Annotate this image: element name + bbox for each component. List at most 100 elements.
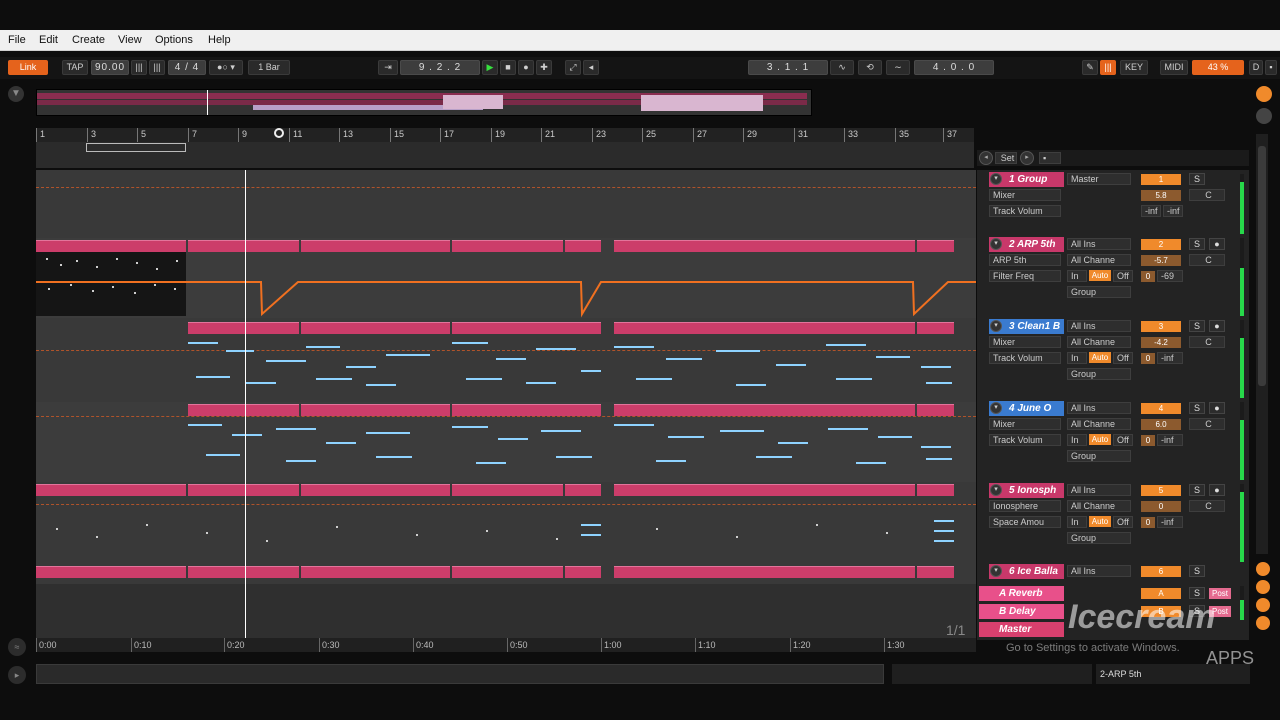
punch-out-icon[interactable]: ∼ xyxy=(886,60,910,75)
track-2-send-b[interactable]: -69 xyxy=(1157,270,1183,282)
track-5-param[interactable]: Space Amou xyxy=(989,516,1061,528)
track-lane-arp[interactable] xyxy=(36,238,976,318)
track-3-send-a[interactable]: 0 xyxy=(1141,353,1155,364)
monitor-in[interactable]: In xyxy=(1067,516,1087,528)
set-button[interactable]: Set xyxy=(995,152,1017,164)
track-2-send-a[interactable]: 0 xyxy=(1141,271,1155,282)
nudge-up-button[interactable]: ||| xyxy=(149,60,165,75)
track-3-solo[interactable]: S xyxy=(1189,320,1205,332)
track-2-channel[interactable]: All Channe xyxy=(1067,254,1131,266)
monitor-off[interactable]: Off xyxy=(1113,352,1133,364)
track-lane-june[interactable] xyxy=(36,402,976,482)
track-6-solo[interactable]: S xyxy=(1189,565,1205,577)
track-5-solo[interactable]: S xyxy=(1189,484,1205,496)
monitor-auto[interactable]: Auto xyxy=(1089,270,1111,281)
follow-icon[interactable]: ⇥ xyxy=(378,60,398,75)
track-1-param[interactable]: Track Volum xyxy=(989,205,1061,217)
track-5-device[interactable]: Ionosphere xyxy=(989,500,1061,512)
track-5-send-b[interactable]: -inf xyxy=(1157,516,1183,528)
track-3-number[interactable]: 3 xyxy=(1141,321,1181,332)
lock-icon[interactable]: ▪ xyxy=(1039,152,1061,164)
menu-help[interactable]: Help xyxy=(208,34,231,46)
track-lane-clean[interactable] xyxy=(36,320,976,400)
info-toggle-icon[interactable]: ▸ xyxy=(8,666,26,684)
monitor-off[interactable]: Off xyxy=(1113,434,1133,446)
track-4-output[interactable]: Group xyxy=(1067,450,1131,462)
automation-arm-icon[interactable]: ⤢ xyxy=(565,60,581,75)
vertical-scrollbar[interactable] xyxy=(1256,134,1268,554)
track-2-solo[interactable]: S xyxy=(1189,238,1205,250)
scroll-thumb[interactable] xyxy=(1258,146,1266,386)
track-4-device[interactable]: Mixer xyxy=(989,418,1061,430)
nudge-down-button[interactable]: ||| xyxy=(131,60,147,75)
time-ruler[interactable]: 0:00 0:10 0:20 0:30 0:40 0:50 1:00 1:10 … xyxy=(36,638,976,652)
return-a-header[interactable]: A Reverb xyxy=(979,586,1064,601)
menu-options[interactable]: Options xyxy=(155,34,193,46)
track-lane-ice[interactable] xyxy=(36,566,976,580)
zoom-icon[interactable]: ≈ xyxy=(8,638,26,656)
track-3-channel[interactable]: All Channe xyxy=(1067,336,1131,348)
back-to-arrangement-icon[interactable]: ◂ xyxy=(583,60,599,75)
metronome-icon[interactable]: ●○ ▾ xyxy=(209,60,243,75)
overview-minimap[interactable] xyxy=(892,664,1092,684)
fold-icon[interactable]: ▾ xyxy=(990,484,1002,496)
return-b-header[interactable]: B Delay xyxy=(979,604,1064,619)
menu-view[interactable]: View xyxy=(118,34,142,46)
track-1-device[interactable]: Mixer xyxy=(989,189,1061,201)
loop-start-field[interactable]: 3 . 1 . 1 xyxy=(748,60,828,75)
fold-icon[interactable]: ▾ xyxy=(990,320,1002,332)
track-4-number[interactable]: 4 xyxy=(1141,403,1181,414)
track-1-output[interactable]: Master xyxy=(1067,173,1131,185)
fold-icon[interactable]: ▾ xyxy=(990,238,1002,250)
monitor-in[interactable]: In xyxy=(1067,434,1087,446)
stop-icon[interactable]: ■ xyxy=(500,60,516,75)
menu-edit[interactable]: Edit xyxy=(39,34,58,46)
track-4-pan[interactable]: C xyxy=(1189,418,1225,430)
draw-mode-icon[interactable]: ✎ xyxy=(1082,60,1098,75)
loop-icon[interactable]: ⟲ xyxy=(858,60,882,75)
play-icon[interactable]: ▶ xyxy=(482,60,498,75)
arrangement-view[interactable]: 1/1 xyxy=(36,170,976,640)
track-5-volume[interactable]: 0 xyxy=(1141,501,1181,512)
monitor-in[interactable]: In xyxy=(1067,270,1087,282)
add-icon[interactable]: ✚ xyxy=(536,60,552,75)
menu-file[interactable]: File xyxy=(8,34,26,46)
track-5-send-a[interactable]: 0 xyxy=(1141,517,1155,528)
monitor-auto[interactable]: Auto xyxy=(1089,516,1111,527)
monitor-off[interactable]: Off xyxy=(1113,516,1133,528)
next-icon[interactable]: ▸ xyxy=(1020,151,1034,165)
track-2-param[interactable]: Filter Freq xyxy=(989,270,1061,282)
track-6-number[interactable]: 6 xyxy=(1141,566,1181,577)
arrangement-overview[interactable] xyxy=(36,89,812,116)
monitor-off[interactable]: Off xyxy=(1113,270,1133,282)
clip-view-icon[interactable] xyxy=(1256,86,1272,102)
track-5-input[interactable]: All Ins xyxy=(1067,484,1131,496)
mixer-icon[interactable] xyxy=(1256,616,1270,630)
track-4-send-a[interactable]: 0 xyxy=(1141,435,1155,446)
beat-ruler[interactable]: 1 3 5 7 9 11 13 15 17 19 21 23 25 27 29 … xyxy=(36,128,974,142)
returns-icon[interactable] xyxy=(1256,598,1270,612)
track-2-number[interactable]: 2 xyxy=(1141,239,1181,250)
track-5-output[interactable]: Group xyxy=(1067,532,1131,544)
meter-field[interactable]: 4 / 4 xyxy=(168,60,206,75)
tap-button[interactable]: TAP xyxy=(62,60,88,75)
track-4-volume[interactable]: 6.0 xyxy=(1141,419,1181,430)
link-button[interactable]: Link xyxy=(8,60,48,75)
track-6-input[interactable]: All Ins xyxy=(1067,565,1131,577)
prev-icon[interactable]: ◂ xyxy=(979,151,993,165)
track-3-pan[interactable]: C xyxy=(1189,336,1225,348)
track-4-input[interactable]: All Ins xyxy=(1067,402,1131,414)
track-2-input[interactable]: All Ins xyxy=(1067,238,1131,250)
track-1-solo[interactable]: S xyxy=(1189,173,1205,185)
loop-length-field[interactable]: 4 . 0 . 0 xyxy=(914,60,994,75)
track-3-param[interactable]: Track Volum xyxy=(989,352,1061,364)
midi-map-button[interactable]: MIDI xyxy=(1160,60,1188,75)
track-5-channel[interactable]: All Channe xyxy=(1067,500,1131,512)
arrangement-position[interactable]: 9 . 2 . 2 xyxy=(400,60,480,75)
fold-icon[interactable]: ▾ xyxy=(990,173,1002,185)
track-3-device[interactable]: Mixer xyxy=(989,336,1061,348)
mixer-toggle-icon[interactable] xyxy=(1256,108,1272,124)
monitor-in[interactable]: In xyxy=(1067,352,1087,364)
loop-brace[interactable] xyxy=(86,143,186,152)
track-4-param[interactable]: Track Volum xyxy=(989,434,1061,446)
